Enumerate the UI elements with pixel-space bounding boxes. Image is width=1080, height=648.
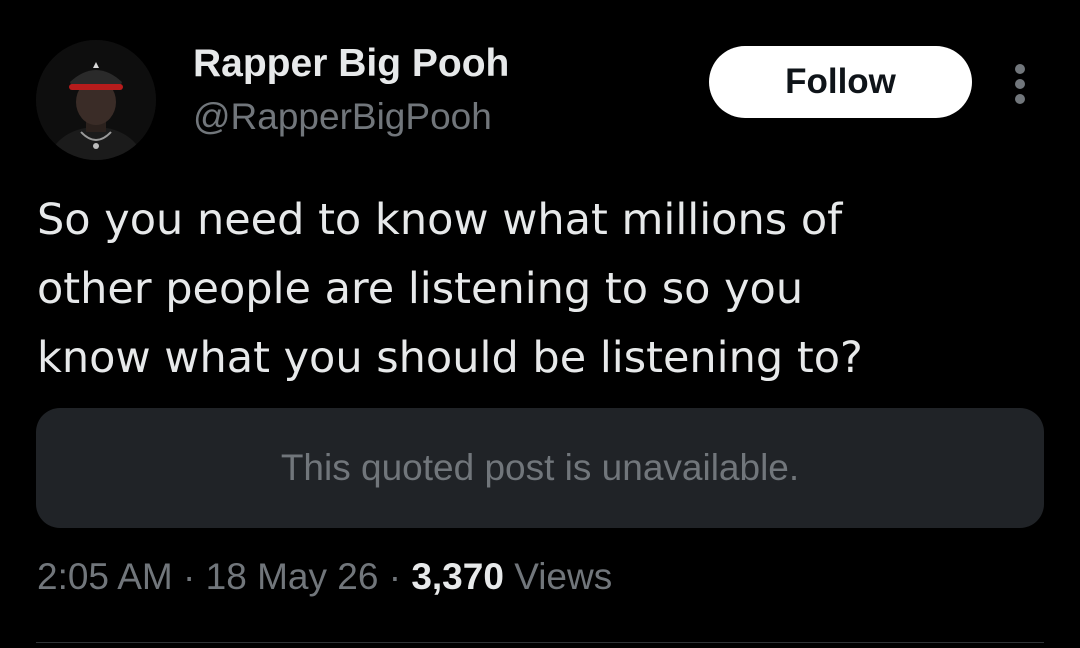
more-vertical-icon[interactable] (1006, 62, 1034, 106)
tweet-text-line: know what you should be listening to? (37, 333, 863, 383)
separator-dot: · (183, 556, 196, 597)
post-metadata: 2:05 AM · 18 May 26 · 3,370 Views (37, 556, 612, 598)
avatar[interactable] (36, 40, 156, 160)
tweet-text-line: So you need to know what millions of (37, 195, 843, 245)
separator-dot: · (388, 556, 402, 597)
views-count: 3,370 (411, 556, 504, 597)
tweet-text: So you need to know what millions of oth… (37, 186, 1047, 393)
tweet-text-line: other people are listening to so you (37, 264, 804, 314)
avatar-photo (36, 40, 156, 160)
follow-button[interactable]: Follow (709, 46, 972, 118)
post-time[interactable]: 2:05 AM (37, 556, 173, 597)
quoted-post-unavailable-text: This quoted post is unavailable. (280, 447, 800, 488)
quoted-post-card: This quoted post is unavailable. (36, 408, 1044, 528)
views-label: Views (514, 556, 613, 597)
post-date[interactable]: 18 May 26 (206, 556, 379, 597)
author-handle[interactable]: @RapperBigPooh (193, 96, 492, 138)
divider (36, 642, 1044, 643)
author-display-name[interactable]: Rapper Big Pooh (193, 42, 509, 86)
